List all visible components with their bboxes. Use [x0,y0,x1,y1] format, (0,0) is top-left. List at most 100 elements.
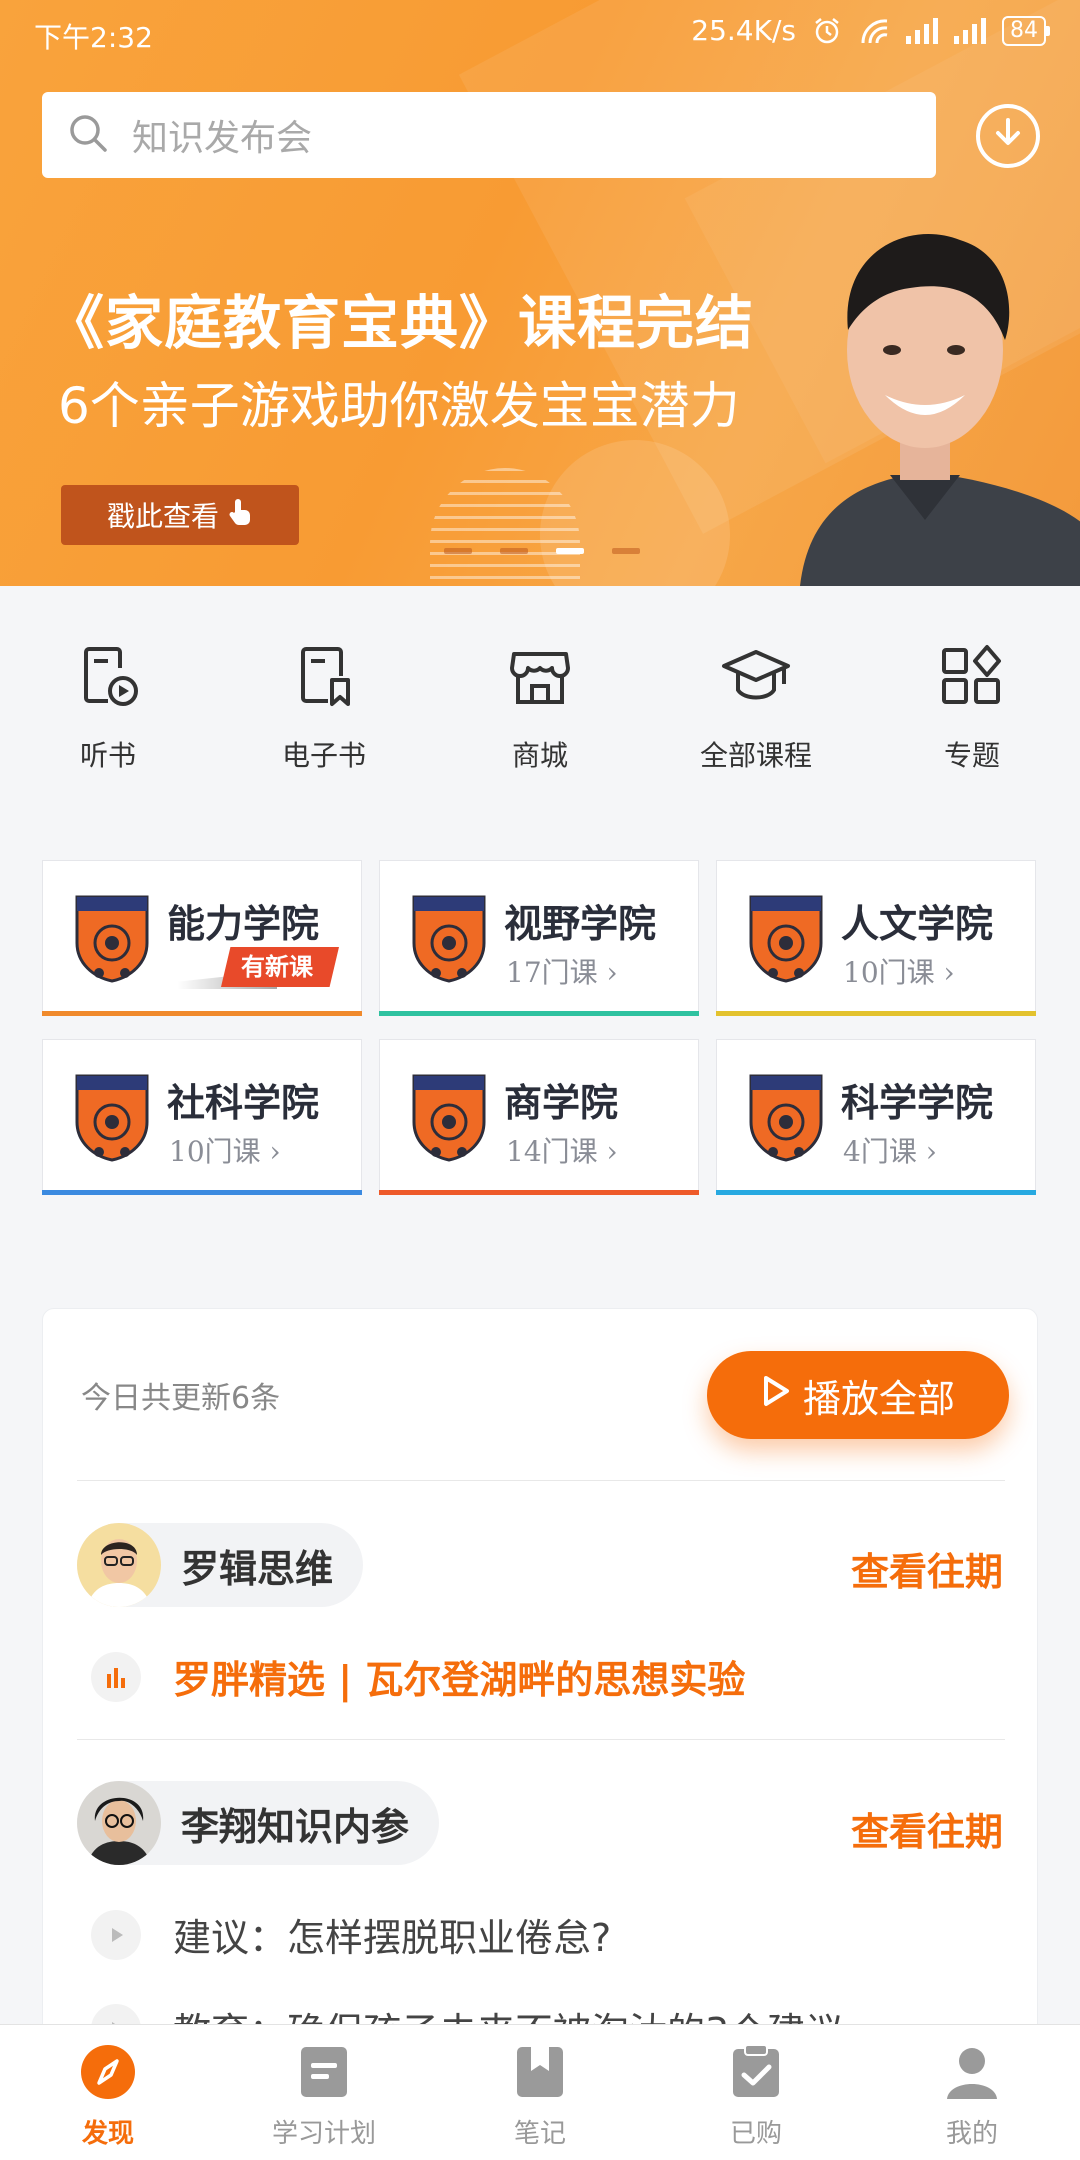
nav-audiobook[interactable]: 听书 [0,640,216,800]
college-seal-icon [412,1074,486,1162]
profile-icon [947,2048,997,2099]
new-course-badge: 有新课 [221,947,339,987]
alarm-icon [810,16,844,46]
status-time: 下午2:32 [34,21,153,54]
banner-headline: 《家庭教育宝典》课程完结 [46,289,755,357]
college-name: 科学学院 [841,1080,994,1125]
divider [77,1739,1005,1740]
banner-cta-label: 戳此查看 [106,500,219,533]
update-count: 今日共更新6条 [81,1381,281,1416]
college-accent-bar [42,1011,362,1016]
college-seal-icon [749,1074,823,1162]
ebook-icon [301,647,350,706]
nav-all-courses-label: 全部课程 [699,739,812,772]
download-button[interactable] [976,104,1040,168]
audiobook-icon [84,647,138,706]
bookmark-note-icon [517,2047,563,2097]
grid-icon [942,645,1001,704]
tab-discover[interactable]: 发现 [0,2025,216,2160]
college-name: 社科学院 [167,1080,320,1125]
episode-title: 建议：怎样摆脱职业倦怠? [173,1916,612,1960]
college-card[interactable]: 科学学院 4门课 › [716,1039,1036,1195]
pagination-dot [444,548,472,554]
college-card[interactable]: 商学院 14门课 › [379,1039,699,1195]
tab-notes[interactable]: 笔记 [432,2025,648,2160]
course-count: 4门课 › [843,1135,937,1168]
course-count-text: 14门课 [506,1135,598,1168]
battery-icon: 84 [1002,15,1050,46]
nav-topics-label: 专题 [943,739,1000,772]
tap-hand-icon [227,498,253,533]
nav-all-courses[interactable]: 全部课程 [648,640,864,800]
course-count: 17门课 › [506,956,618,989]
college-name: 商学院 [504,1080,619,1125]
tab-purchased[interactable]: 已购 [648,2025,864,2160]
equalizer-icon [91,1651,141,1702]
signal-icon [954,16,988,46]
quick-nav: 听书 电子书 商城 全部课程 专题 [0,640,1080,800]
compass-icon [81,2045,135,2099]
author-avatar [77,1523,161,1607]
bottom-tab-bar: 发现 学习计划 笔记 已购 我的 [0,2024,1080,2160]
episode-item[interactable]: 罗胖精选 | 瓦尔登湖畔的思想实验 [91,1649,745,1704]
banner-pagination [444,548,640,554]
instructor-photo [800,234,1080,586]
tab-label: 已购 [729,2119,782,2149]
play-all-label: 播放全部 [802,1376,955,1421]
tab-label: 学习计划 [271,2119,376,2149]
nav-store[interactable]: 商城 [432,640,648,800]
nav-ebook-label: 电子书 [281,739,366,772]
graduation-cap-icon [722,650,790,700]
view-past-link[interactable]: 查看往期 [851,1801,1003,1856]
nav-topics[interactable]: 专题 [864,640,1080,800]
hero-banner[interactable]: 下午2:32 25.4K/s 84 知识发布会 《家庭教育宝典》课程完结 6个亲… [0,0,1080,586]
college-accent-bar [379,1190,699,1195]
divider [77,1480,1005,1481]
course-count-text: 10门课 [169,1135,261,1168]
signal-icon [906,16,940,46]
wifi-icon [858,16,892,46]
plan-icon [301,2047,347,2097]
pagination-dot [612,548,640,554]
college-accent-bar [42,1190,362,1195]
college-accent-bar [716,1011,1036,1016]
view-past-link[interactable]: 查看往期 [851,1541,1003,1596]
college-seal-icon [412,895,486,983]
college-seal-icon [75,895,149,983]
nav-audiobook-label: 听书 [79,739,136,772]
author-avatar [77,1781,161,1865]
pagination-dot [556,548,584,554]
course-count: 14门课 › [506,1135,618,1168]
author-chip-luoji[interactable]: 罗辑思维 [77,1523,364,1607]
episode-title: 罗胖精选 | 瓦尔登湖畔的思想实验 [173,1658,746,1702]
nav-store-label: 商城 [511,739,568,772]
college-name: 人文学院 [841,901,994,946]
play-all-button[interactable]: 播放全部 [707,1351,1009,1439]
search-placeholder: 知识发布会 [132,118,313,159]
course-count: 10门课 › [169,1135,281,1168]
banner-subline: 6个亲子游戏助你激发宝宝潜力 [58,377,740,435]
tab-label: 我的 [945,2119,998,2149]
college-name: 视野学院 [504,901,657,946]
college-card[interactable]: 视野学院 17门课 › [379,860,699,1016]
college-card[interactable]: 人文学院 10门课 › [716,860,1036,1016]
download-icon [991,116,1025,156]
episode-item[interactable]: 建议：怎样摆脱职业倦怠? [91,1907,611,1962]
course-count: 10门课 › [843,956,955,989]
author-chip-lixiang[interactable]: 李翔知识内参 [77,1781,440,1865]
banner-cta-button[interactable]: 戳此查看 [61,485,299,545]
tab-me[interactable]: 我的 [864,2025,1080,2160]
store-icon [510,652,570,704]
tab-label: 发现 [81,2119,134,2149]
play-icon [91,1909,141,1960]
author-name: 李翔知识内参 [181,1804,410,1849]
status-bar: 下午2:32 25.4K/s 84 [0,0,1080,66]
college-card[interactable]: 能力学院 有新课 [42,860,362,1016]
search-bar[interactable]: 知识发布会 [42,92,936,178]
course-count-text: 4门课 [843,1135,917,1168]
play-icon [761,1373,791,1417]
tab-study-plan[interactable]: 学习计划 [216,2025,432,2160]
nav-ebook[interactable]: 电子书 [216,640,432,800]
college-card[interactable]: 社科学院 10门课 › [42,1039,362,1195]
search-icon [68,113,108,157]
